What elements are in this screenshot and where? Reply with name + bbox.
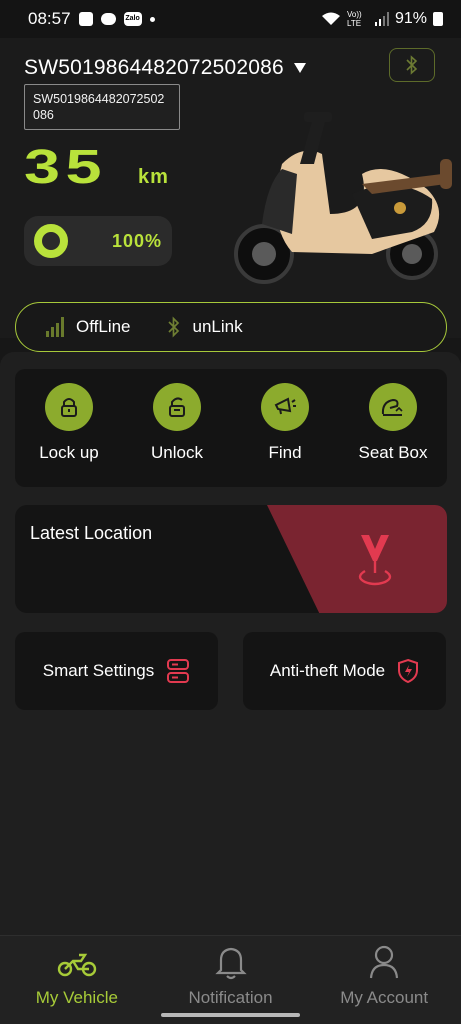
- device-id-label: SW5019864482072502086: [24, 56, 284, 79]
- anti-theft-card[interactable]: Anti-theft Mode: [243, 632, 446, 710]
- horn-icon: [261, 383, 309, 431]
- clock: 08:57: [28, 9, 71, 28]
- smart-settings-label: Smart Settings: [42, 661, 155, 680]
- home-indicator[interactable]: [161, 1013, 300, 1017]
- range-value: 35: [24, 141, 107, 194]
- connection-status-bar: OffLine unLink: [15, 302, 447, 352]
- shield-bolt-icon: [398, 658, 419, 684]
- seat-box-button[interactable]: Seat Box: [343, 383, 443, 487]
- bluetooth-status: unLink: [192, 317, 243, 336]
- scooter-icon: [57, 942, 97, 982]
- network-label: Vo)) LTE: [346, 10, 362, 28]
- lock-icon: [45, 383, 93, 431]
- battery-indicator: 100%: [24, 216, 172, 266]
- device-id-tooltip: SW5019864482072502086: [24, 84, 180, 130]
- nav-my-vehicle[interactable]: My Vehicle: [0, 936, 154, 1024]
- nav-label: Notification: [188, 988, 273, 1007]
- battery-level: 100%: [111, 230, 162, 251]
- nav-my-account[interactable]: My Account: [307, 936, 461, 1024]
- signal-icon: [374, 12, 389, 26]
- find-button[interactable]: Find: [235, 383, 335, 487]
- wifi-icon: [321, 12, 340, 25]
- bluetooth-icon: [167, 316, 179, 338]
- battery-icon: [433, 12, 443, 26]
- battery-percent: 91%: [394, 10, 427, 27]
- chat-bubble-icon: [100, 13, 116, 25]
- bottom-navigation: My Vehicle Notification My Account: [0, 935, 461, 1024]
- battery-ring-icon: [34, 224, 68, 258]
- status-bar: 08:57 Zalo Vo)) LTE 91%: [0, 0, 461, 38]
- latest-location-card[interactable]: Latest Location: [15, 505, 447, 613]
- dot-icon: [149, 16, 155, 22]
- lock-up-button[interactable]: Lock up: [19, 383, 119, 487]
- zalo-icon: Zalo: [123, 12, 142, 26]
- bluetooth-icon: [406, 55, 418, 75]
- network-status: OffLine: [76, 317, 131, 336]
- check-square-icon: [78, 12, 93, 26]
- anti-theft-label: Anti-theft Mode: [269, 661, 386, 680]
- nav-notification[interactable]: Notification: [154, 936, 308, 1024]
- signal-bars-icon: [46, 317, 64, 337]
- scooter-image: [234, 112, 452, 284]
- seat-box-icon: [369, 383, 417, 431]
- action-label: Lock up: [39, 443, 99, 462]
- unlock-icon: [153, 383, 201, 431]
- smart-settings-card[interactable]: Smart Settings: [15, 632, 218, 710]
- nav-label: My Vehicle: [35, 988, 118, 1007]
- action-label: Unlock: [151, 443, 203, 462]
- action-label: Find: [268, 443, 302, 462]
- nav-label: My Account: [340, 988, 429, 1007]
- unlock-button[interactable]: Unlock: [127, 383, 227, 487]
- user-icon: [364, 942, 404, 982]
- device-selector[interactable]: SW5019864482072502086: [24, 56, 306, 80]
- range-display: 35 km: [24, 140, 169, 195]
- location-pin-icon: [358, 535, 392, 586]
- action-label: Seat Box: [358, 443, 428, 462]
- server-icon: [167, 659, 190, 683]
- location-title: Latest Location: [30, 523, 153, 543]
- caret-down-icon: [293, 63, 306, 73]
- quick-actions: Lock up Unlock Find Seat Box: [15, 369, 447, 487]
- bluetooth-button[interactable]: [389, 48, 435, 82]
- bell-icon: [211, 942, 251, 982]
